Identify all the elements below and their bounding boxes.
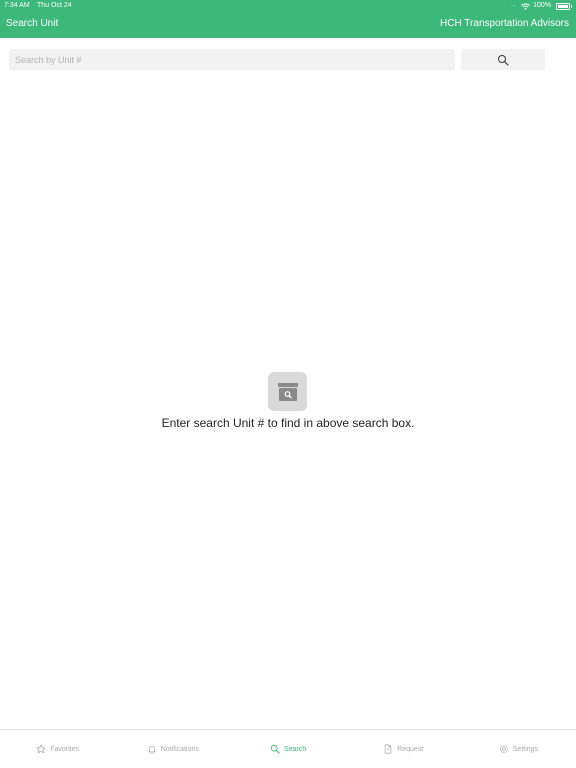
search-icon [498,54,509,66]
wifi-icon [521,3,530,10]
tab-settings[interactable]: Settings [461,730,576,768]
tab-label: Notifications [160,745,199,753]
battery-icon [556,2,572,10]
gear-icon [499,745,508,753]
empty-state-message: Enter search Unit # to find in above sea… [161,416,415,430]
archive-search-glyph [277,382,298,401]
tab-label: Request [397,745,424,753]
search-icon [270,744,280,754]
star-icon [36,744,46,754]
search-button[interactable] [461,49,545,70]
battery-percent: 100% [533,2,551,9]
tab-request[interactable]: Request [346,730,461,768]
signal-dots-icon: ···· [511,3,516,9]
battery-fill [558,4,568,8]
page-title: Search Unit [6,18,59,29]
tab-bar: Favorites Notifications Search Request S… [0,729,576,768]
status-indicators: ···· 100% [511,0,572,12]
header-bar: 7:34 AM Thu Oct 24 ···· 100% Search Unit… [0,0,576,38]
status-time: 7:34 AM [4,2,30,9]
tab-label: Settings [512,745,539,753]
tab-label: Search [283,745,307,753]
archive-search-icon [268,372,307,411]
tab-label: Favorites [50,745,79,753]
status-date: Thu Oct 24 [37,2,72,9]
tab-search[interactable]: Search [230,730,345,768]
tab-favorites[interactable]: Favorites [0,730,115,768]
document-icon [384,744,392,754]
bell-icon [148,745,156,754]
unit-search-input[interactable] [9,49,455,70]
company-name: HCH Transportation Advisors [440,18,569,29]
tab-notifications[interactable]: Notifications [115,730,230,768]
status-bar: 7:34 AM Thu Oct 24 ···· 100% [0,0,576,12]
